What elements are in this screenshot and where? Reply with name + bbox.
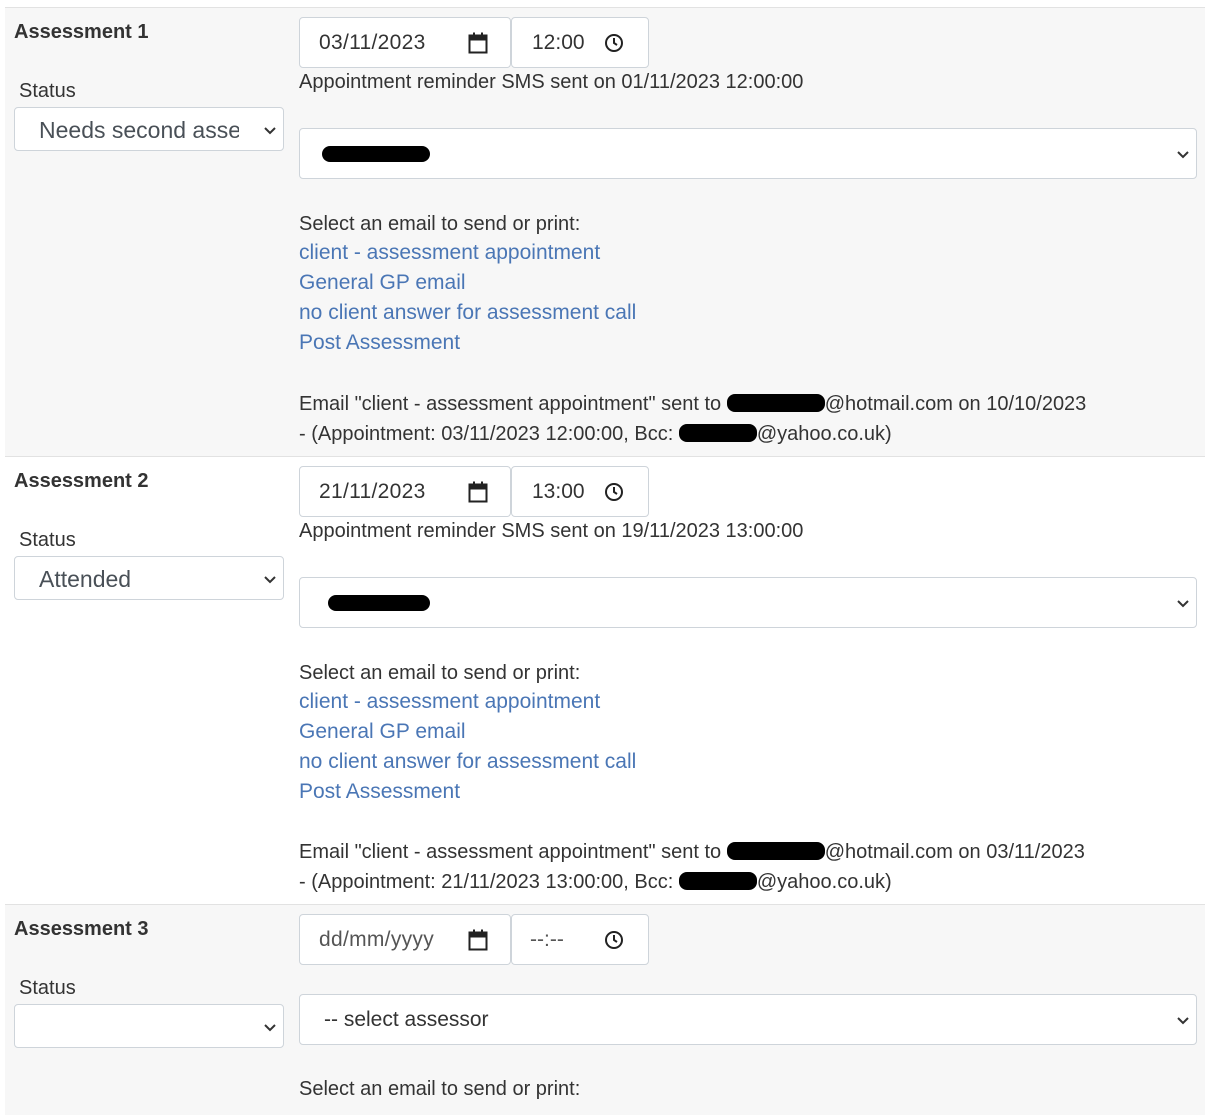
email-prompt: Select an email to send or print:	[299, 662, 581, 684]
chevron-down-icon	[1177, 151, 1189, 159]
appointment-time-value: 13:00	[532, 480, 585, 503]
chevron-down-icon	[1177, 600, 1189, 608]
appointment-time-value: 12:00	[532, 31, 585, 54]
appointment-date-value: 03/11/2023	[319, 31, 426, 54]
calendar-icon[interactable]	[468, 32, 488, 54]
appointment-date-value: 21/11/2023	[319, 480, 426, 503]
email-link-no-client-answer[interactable]: no client answer for assessment call	[299, 298, 636, 328]
appointment-date-input[interactable]: 03/11/2023	[299, 17, 511, 68]
redacted-email	[678, 872, 757, 890]
email-link-general-gp[interactable]: General GP email	[299, 268, 636, 298]
sms-reminder-note: Appointment reminder SMS sent on 01/11/2…	[299, 71, 804, 93]
redacted-email	[678, 424, 757, 442]
status-label: Status	[19, 80, 76, 102]
status-select[interactable]: Needs second assessment	[14, 107, 284, 151]
clock-icon[interactable]	[604, 482, 624, 502]
status-select[interactable]: Attended	[14, 556, 284, 600]
email-link-general-gp[interactable]: General GP email	[299, 717, 636, 747]
chevron-down-icon	[264, 127, 276, 135]
assessment-title: Assessment 3	[14, 918, 149, 940]
redacted-assessor-name	[322, 146, 430, 162]
status-select-value: Attended	[39, 566, 132, 592]
appointment-date-input[interactable]: 21/11/2023	[299, 466, 511, 517]
appointment-time-input[interactable]: 12:00	[511, 17, 649, 68]
redacted-assessor-name	[328, 595, 430, 611]
email-link-post-assessment[interactable]: Post Assessment	[299, 777, 636, 807]
assessor-select[interactable]: -- select assessor	[299, 994, 1197, 1045]
email-prompt: Select an email to send or print:	[299, 213, 581, 235]
appointment-time-input[interactable]: 13:00	[511, 466, 649, 517]
email-links: client - assessment appointment General …	[299, 238, 636, 358]
clock-icon[interactable]	[604, 930, 624, 950]
chevron-down-icon	[264, 576, 276, 584]
redacted-email	[726, 394, 825, 412]
chevron-down-icon	[1177, 1017, 1189, 1025]
email-sent-suffix: @hotmail.com on 10/10/2023	[824, 393, 1087, 415]
status-label: Status	[19, 977, 76, 999]
assessments-table: Assessment 1 Status Needs second assessm…	[5, 7, 1205, 1115]
email-sent-suffix: @hotmail.com on 03/11/2023	[824, 841, 1085, 863]
email-links: client - assessment appointment General …	[299, 687, 636, 807]
clock-icon[interactable]	[604, 33, 624, 53]
status-label: Status	[19, 529, 76, 551]
email-sent-line: Email "client - assessment appointment" …	[299, 837, 1085, 867]
sms-reminder-note: Appointment reminder SMS sent on 19/11/2…	[299, 520, 804, 542]
assessor-select-placeholder: -- select assessor	[324, 1008, 489, 1031]
email-sent-detail: - (Appointment: 03/11/2023 12:00:00, Bcc…	[299, 419, 892, 449]
status-select[interactable]	[14, 1004, 284, 1048]
appointment-date-placeholder: dd/mm/yyyy	[319, 928, 435, 951]
assessment-title: Assessment 2	[14, 470, 149, 492]
redacted-email	[726, 842, 825, 860]
email-sent-detail-suffix: @yahoo.co.uk)	[756, 871, 892, 893]
email-link-client-assessment-appointment[interactable]: client - assessment appointment	[299, 687, 636, 717]
email-prompt: Select an email to send or print:	[299, 1078, 581, 1100]
assessment-row: Assessment 3 Status dd/mm/yyyy --:-- -- …	[5, 905, 1205, 1115]
email-sent-prefix: Email "client - assessment appointment" …	[299, 841, 727, 863]
assessment-row: Assessment 1 Status Needs second assessm…	[5, 8, 1205, 457]
email-sent-detail-prefix: - (Appointment: 03/11/2023 12:00:00, Bcc…	[299, 423, 679, 445]
email-sent-detail-suffix: @yahoo.co.uk)	[756, 423, 892, 445]
email-sent-detail: - (Appointment: 21/11/2023 13:00:00, Bcc…	[299, 867, 892, 897]
email-sent-prefix: Email "client - assessment appointment" …	[299, 393, 727, 415]
email-sent-detail-prefix: - (Appointment: 21/11/2023 13:00:00, Bcc…	[299, 871, 679, 893]
email-link-no-client-answer[interactable]: no client answer for assessment call	[299, 747, 636, 777]
assessor-select[interactable]	[299, 577, 1197, 628]
calendar-icon[interactable]	[468, 481, 488, 503]
appointment-time-placeholder: --:--	[530, 928, 564, 951]
appointment-date-input[interactable]: dd/mm/yyyy	[299, 914, 511, 965]
chevron-down-icon	[264, 1024, 276, 1032]
calendar-icon[interactable]	[468, 929, 488, 951]
assessor-select[interactable]	[299, 128, 1197, 179]
email-sent-line: Email "client - assessment appointment" …	[299, 389, 1086, 419]
assessment-title: Assessment 1	[14, 21, 149, 43]
email-link-client-assessment-appointment[interactable]: client - assessment appointment	[299, 238, 636, 268]
email-link-post-assessment[interactable]: Post Assessment	[299, 328, 636, 358]
status-select-value: Needs second assessment	[39, 117, 239, 143]
assessment-row: Assessment 2 Status Attended 21/11/2023 …	[5, 457, 1205, 905]
appointment-time-input[interactable]: --:--	[511, 914, 649, 965]
